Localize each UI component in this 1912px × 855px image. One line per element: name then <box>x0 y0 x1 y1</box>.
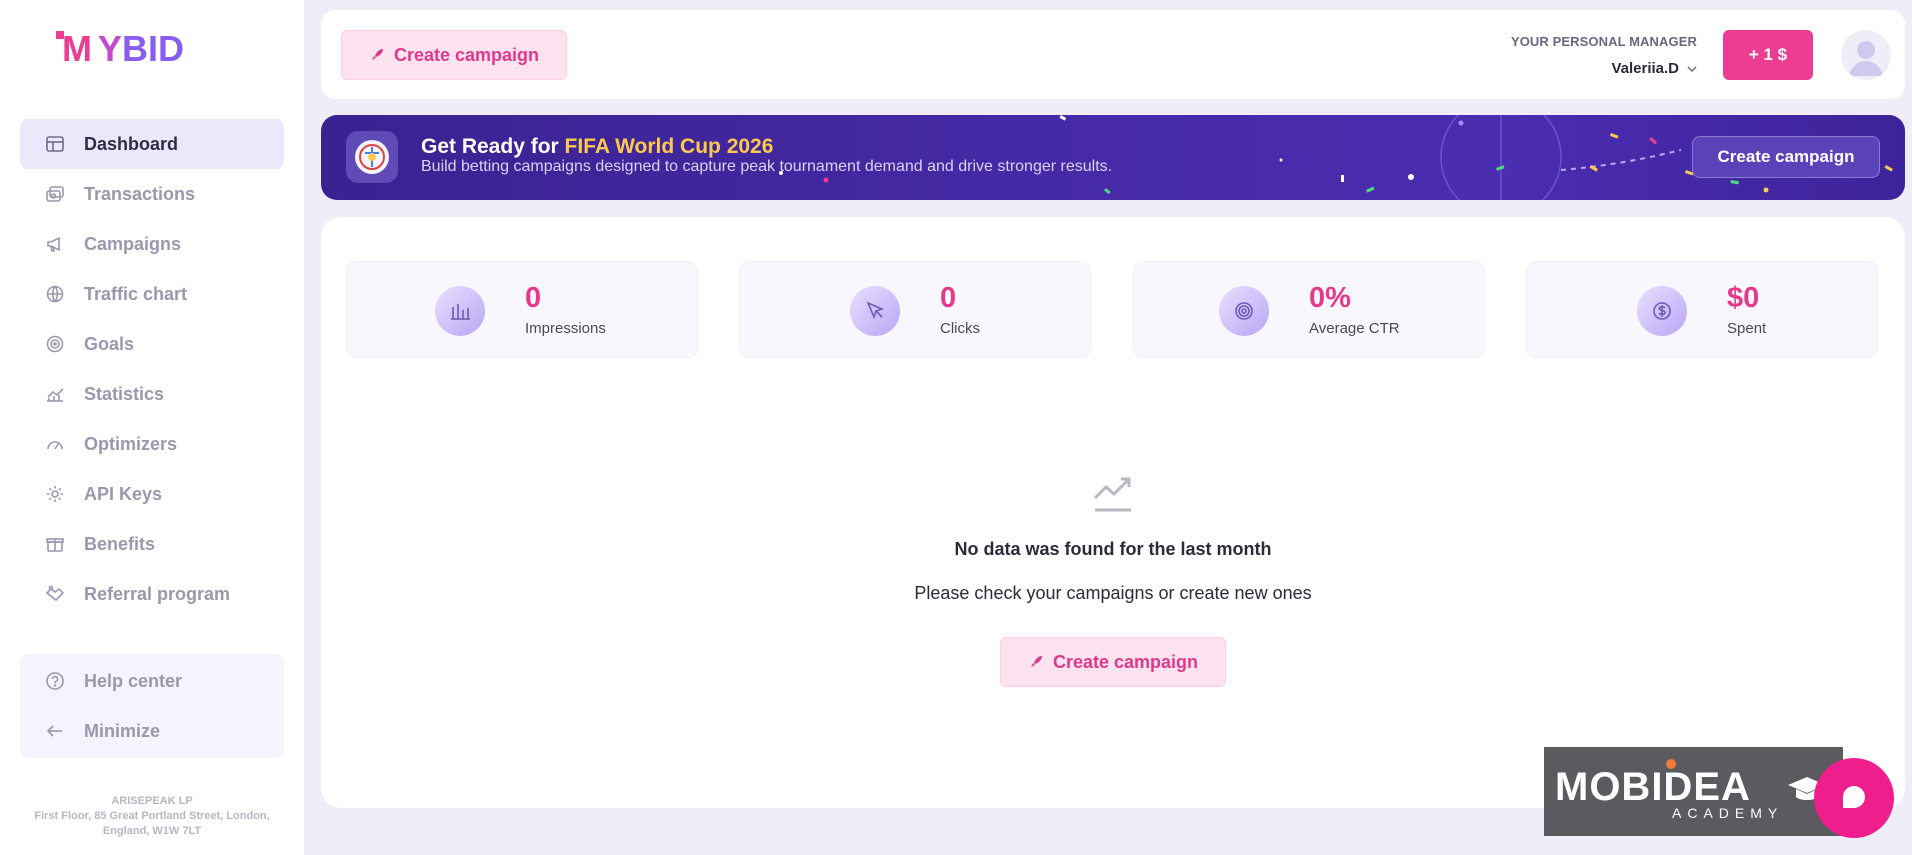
rocket-icon <box>371 49 383 60</box>
mybid-logo[interactable]: M Y BID <box>56 30 246 68</box>
stat-label: Spent <box>1727 320 1767 337</box>
banner-title-highlight: FIFA World Cup 2026 <box>564 135 774 158</box>
svg-text:M: M <box>62 31 92 67</box>
sidebar-item-label: Optimizers <box>84 433 178 454</box>
create-campaign-button[interactable]: Create campaign <box>341 30 567 80</box>
banner-subtitle: Build betting campaigns designed to capt… <box>421 158 1113 175</box>
stat-label: Average CTR <box>1309 320 1400 337</box>
promo-banner: Get Ready for FIFA World Cup 2026 Build … <box>321 115 1905 200</box>
sidebar-item-campaigns[interactable]: Campaigns <box>20 219 284 269</box>
sidebar-item-label: Goals <box>84 333 135 354</box>
avatar[interactable] <box>1841 30 1891 80</box>
manager-name[interactable]: Valeriia.D <box>1611 60 1679 77</box>
sidebar-item-referral-program[interactable]: Referral program <box>20 569 284 619</box>
sidebar-item-label: Referral program <box>84 583 231 604</box>
sidebar-item-api-keys[interactable]: API Keys <box>20 469 284 519</box>
chevron-down-icon[interactable] <box>1685 62 1699 76</box>
empty-state-subtitle: Please check your campaigns or create ne… <box>914 583 1312 603</box>
target-icon <box>44 333 66 355</box>
megaphone-icon <box>44 233 66 255</box>
bar-chart-icon <box>435 286 485 336</box>
gear-icon <box>44 483 66 505</box>
sidebar-item-label: Benefits <box>84 533 156 554</box>
chat-bubble-icon <box>1843 786 1865 808</box>
sidebar-bottom-box: Help center Minimize <box>20 654 284 758</box>
top-up-button[interactable]: + 1 $ <box>1723 30 1813 80</box>
mobidea-academy-badge[interactable]: MOBIDEA ACADEMY <box>1544 747 1843 836</box>
stat-label: Impressions <box>525 320 606 337</box>
company-address: ARISEPEAK LP First Floor, 85 Great Portl… <box>30 794 274 839</box>
dashboard-icon <box>44 133 66 155</box>
sidebar-item-goals[interactable]: Goals <box>20 319 284 369</box>
sidebar-item-label: Traffic chart <box>84 283 188 304</box>
empty-create-campaign-button[interactable]: Create campaign <box>1000 637 1226 687</box>
sidebar-item-transactions[interactable]: Transactions <box>20 169 284 219</box>
sidebar-item-label: Campaigns <box>84 233 182 254</box>
dashboard-main: 0 Impressions 0 Clicks 0% Average CTR $0… <box>321 217 1905 808</box>
stat-value: 0 <box>525 282 542 314</box>
create-campaign-label: Create campaign <box>393 44 540 65</box>
address-line: ARISEPEAK LP <box>111 795 193 807</box>
sidebar-item-help-center[interactable]: Help center <box>20 656 284 706</box>
sidebar-item-label: Minimize <box>84 720 161 741</box>
stat-card-spent: $0 Spent <box>1526 261 1878 358</box>
logo-wordmark: M Y BID <box>56 31 184 67</box>
sidebar-item-label: Dashboard <box>84 133 179 154</box>
sidebar-item-minimize[interactable]: Minimize <box>20 706 284 756</box>
banner-create-campaign-button[interactable]: Create campaign <box>1692 136 1880 178</box>
arrow-left-icon <box>44 720 66 742</box>
stat-value: 0% <box>1309 282 1351 314</box>
trend-chart-icon <box>1093 477 1131 512</box>
mobidea-subtitle: ACADEMY <box>1672 805 1784 821</box>
sidebar-item-label: Help center <box>84 670 183 691</box>
stat-value: $0 <box>1727 282 1760 314</box>
gauge-icon <box>44 433 66 455</box>
cursor-icon <box>850 286 900 336</box>
svg-text:BID: BID <box>122 31 184 67</box>
sidebar-item-statistics[interactable]: Statistics <box>20 369 284 419</box>
transactions-icon <box>44 183 66 205</box>
empty-state-title: No data was found for the last month <box>954 539 1272 559</box>
globe-icon <box>44 283 66 305</box>
banner-title-prefix: Get Ready for <box>421 135 565 158</box>
world-cup-badge-icon <box>346 131 398 183</box>
handshake-icon <box>44 583 66 605</box>
stat-card-clicks: 0 Clicks <box>739 261 1091 358</box>
top-bar: Create campaign YOUR PERSONAL MANAGER Va… <box>321 10 1905 99</box>
sidebar-nav: Dashboard Transactions Campaigns Traffic… <box>20 119 284 619</box>
sidebar-item-optimizers[interactable]: Optimizers <box>20 419 284 469</box>
sidebar-item-traffic-chart[interactable]: Traffic chart <box>20 269 284 319</box>
stat-card-impressions: 0 Impressions <box>346 261 698 358</box>
rocket-icon <box>1030 656 1042 667</box>
user-icon <box>1849 41 1883 76</box>
chat-button[interactable] <box>1814 758 1894 838</box>
sidebar-item-dashboard[interactable]: Dashboard <box>20 119 284 169</box>
svg-text:Y: Y <box>98 31 122 67</box>
address-line: First Floor, 85 Great Portland Street, L… <box>34 810 270 822</box>
sidebar: M Y BID Dashboard Transactions Campaigns… <box>0 0 304 855</box>
sidebar-item-label: Statistics <box>84 383 165 404</box>
sidebar-item-label: Transactions <box>84 183 196 204</box>
sidebar-item-label: API Keys <box>84 483 163 504</box>
help-icon <box>44 670 66 692</box>
sidebar-item-benefits[interactable]: Benefits <box>20 519 284 569</box>
chart-icon <box>44 383 66 405</box>
mobidea-wordmark: MOBIDEA <box>1555 765 1751 809</box>
manager-label: YOUR PERSONAL MANAGER <box>1510 34 1697 49</box>
banner-title: Get Ready for FIFA World Cup 2026 <box>421 135 773 159</box>
create-campaign-label: Create campaign <box>1052 651 1199 672</box>
dollar-icon <box>1637 286 1687 336</box>
stat-card-average-ctr: 0% Average CTR <box>1133 261 1485 358</box>
stat-label: Clicks <box>940 320 980 337</box>
address-line: England, W1W 7LT <box>102 825 202 837</box>
gift-icon <box>44 533 66 555</box>
stat-value: 0 <box>940 282 957 314</box>
target-icon <box>1219 286 1269 336</box>
